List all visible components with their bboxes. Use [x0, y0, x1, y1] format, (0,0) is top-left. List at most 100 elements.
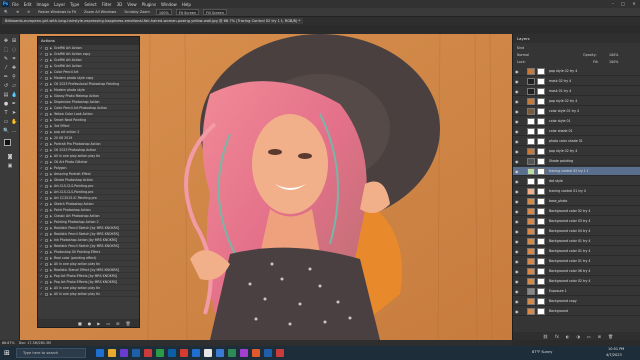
- new-layer-icon[interactable]: ⊞: [598, 334, 601, 339]
- expand-triangle-icon[interactable]: ▶: [50, 136, 52, 141]
- pen-tool-icon[interactable]: ✒: [11, 101, 17, 107]
- action-row[interactable]: ✓ ▶ Graffiti Art Action: [38, 46, 139, 51]
- action-enabled-check-icon[interactable]: ✓: [40, 88, 44, 93]
- quick-mask-icon[interactable]: ◙: [7, 154, 13, 160]
- action-dialog-toggle[interactable]: [45, 119, 48, 122]
- expand-triangle-icon[interactable]: ▶: [50, 100, 52, 105]
- layer-row[interactable]: ◉ pop style 02 try 4: [513, 147, 640, 156]
- action-dialog-toggle[interactable]: [45, 185, 48, 188]
- action-dialog-toggle[interactable]: [45, 221, 48, 224]
- action-enabled-check-icon[interactable]: ✓: [40, 160, 44, 165]
- action-dialog-toggle[interactable]: [45, 65, 48, 68]
- fill-field[interactable]: 100%: [609, 59, 618, 65]
- layer-row[interactable]: ◉ tracing control 01 try 4: [513, 187, 640, 196]
- action-enabled-check-icon[interactable]: ✓: [40, 268, 44, 273]
- action-dialog-toggle[interactable]: [45, 281, 48, 284]
- action-enabled-check-icon[interactable]: ✓: [40, 76, 44, 81]
- visibility-eye-icon[interactable]: ◉: [515, 179, 519, 184]
- new-action-icon[interactable]: ⊞: [116, 321, 119, 326]
- action-enabled-check-icon[interactable]: ✓: [40, 142, 44, 147]
- visibility-eye-icon[interactable]: ◉: [515, 129, 519, 134]
- action-row[interactable]: ✓ ▶ All in one play action play tin: [38, 292, 139, 297]
- action-enabled-check-icon[interactable]: ✓: [40, 262, 44, 267]
- layer-thumbnail[interactable]: [527, 298, 535, 305]
- expand-triangle-icon[interactable]: ▶: [50, 172, 52, 177]
- action-enabled-check-icon[interactable]: ✓: [40, 166, 44, 171]
- layer-thumbnail[interactable]: [527, 108, 535, 115]
- visibility-eye-icon[interactable]: ◉: [515, 229, 519, 234]
- kind-filter-dropdown[interactable]: Kind: [517, 45, 524, 51]
- action-enabled-check-icon[interactable]: ✓: [40, 82, 44, 87]
- expand-triangle-icon[interactable]: ▶: [50, 190, 52, 195]
- layer-row[interactable]: ◉ Background color 01 try 4: [513, 237, 640, 246]
- expand-triangle-icon[interactable]: ▶: [50, 280, 52, 285]
- expand-triangle-icon[interactable]: ▶: [50, 286, 52, 291]
- action-row[interactable]: ✓ ▶ Graffiti Art Action: [38, 58, 139, 63]
- layer-mask-thumbnail[interactable]: [537, 258, 545, 265]
- action-enabled-check-icon[interactable]: ✓: [40, 190, 44, 195]
- layer-row[interactable]: ◉ pop style 02 try 4: [513, 97, 640, 106]
- layer-thumbnail[interactable]: [527, 228, 535, 235]
- action-row[interactable]: ✓ ▶ Photoshop Oil Painting Effect: [38, 250, 139, 255]
- action-dialog-toggle[interactable]: [45, 59, 48, 62]
- expand-triangle-icon[interactable]: ▶: [50, 142, 52, 147]
- menu-3d[interactable]: 3D: [117, 2, 123, 7]
- taskbar-app-icon[interactable]: [228, 349, 236, 357]
- layer-mask-thumbnail[interactable]: [537, 148, 545, 155]
- layer-mask-thumbnail[interactable]: [537, 308, 545, 315]
- action-row[interactable]: ✓ ▶ All in one play action play tin: [38, 262, 139, 267]
- action-dialog-toggle[interactable]: [45, 293, 48, 296]
- layer-mask-thumbnail[interactable]: [537, 68, 545, 75]
- action-row[interactable]: ✓ ▶ 3rd Effect: [38, 124, 139, 129]
- action-enabled-check-icon[interactable]: ✓: [40, 208, 44, 213]
- layer-row[interactable]: ◉ Background color 03 try 4: [513, 217, 640, 226]
- action-dialog-toggle[interactable]: [45, 113, 48, 116]
- action-row[interactable]: ✓ ▶ Pop Art Photo Effects [by MRS KNOKRS]: [38, 280, 139, 285]
- action-row[interactable]: ✓ ▶ Glossy Photo Makeup Action: [38, 94, 139, 99]
- visibility-eye-icon[interactable]: ◉: [515, 279, 519, 284]
- type-tool-icon[interactable]: T: [3, 110, 9, 116]
- action-row[interactable]: ✓ ▶ Paint Photoshop Action: [38, 208, 139, 213]
- action-enabled-check-icon[interactable]: ✓: [40, 172, 44, 177]
- action-enabled-check-icon[interactable]: ✓: [40, 64, 44, 69]
- action-row[interactable]: ✓ ▶ Oil 2023 Professional Photoshop Painti…: [38, 82, 139, 87]
- more-tools-icon[interactable]: …: [11, 128, 17, 134]
- layer-thumbnail[interactable]: [527, 88, 535, 95]
- action-row[interactable]: ✓ ▶ Dispersion Photoshop Action: [38, 100, 139, 105]
- action-enabled-check-icon[interactable]: ✓: [40, 94, 44, 99]
- action-row[interactable]: ✓ ▶ Amazing Portrait Effect: [38, 172, 139, 177]
- action-row[interactable]: ✓ ▶ Realistic Pencil Sketch [by MRS KNOKRS…: [38, 232, 139, 237]
- action-enabled-check-icon[interactable]: ✓: [40, 178, 44, 183]
- action-dialog-toggle[interactable]: [45, 251, 48, 254]
- actions-panel-title[interactable]: Actions: [38, 37, 139, 45]
- taskbar-app-icon[interactable]: [132, 349, 140, 357]
- close-icon[interactable]: ✕: [629, 0, 639, 8]
- action-enabled-check-icon[interactable]: ✓: [40, 292, 44, 297]
- visibility-eye-icon[interactable]: ◉: [515, 159, 519, 164]
- action-dialog-toggle[interactable]: [45, 53, 48, 56]
- visibility-eye-icon[interactable]: ◉: [515, 109, 519, 114]
- expand-triangle-icon[interactable]: ▶: [50, 82, 52, 87]
- layer-thumbnail[interactable]: [527, 138, 535, 145]
- taskbar-app-icon[interactable]: [180, 349, 188, 357]
- layer-thumbnail[interactable]: [527, 68, 535, 75]
- layer-mask-thumbnail[interactable]: [537, 188, 545, 195]
- expand-triangle-icon[interactable]: ▶: [50, 94, 52, 99]
- play-icon[interactable]: ▶: [97, 321, 100, 326]
- action-enabled-check-icon[interactable]: ✓: [40, 112, 44, 117]
- record-icon[interactable]: ●: [88, 321, 92, 326]
- action-enabled-check-icon[interactable]: ✓: [40, 154, 44, 159]
- visibility-eye-icon[interactable]: ◉: [515, 289, 519, 294]
- fill-screen-button[interactable]: Fill Screen: [203, 9, 227, 15]
- action-enabled-check-icon[interactable]: ✓: [40, 286, 44, 291]
- expand-triangle-icon[interactable]: ▶: [50, 112, 52, 117]
- action-row[interactable]: ✓ ▶ Graffiti Art Action copy: [38, 52, 139, 57]
- taskbar-search-input[interactable]: Type here to search: [16, 348, 86, 358]
- action-enabled-check-icon[interactable]: ✓: [40, 256, 44, 261]
- layer-row[interactable]: ◉ Shade painting: [513, 157, 640, 166]
- action-row[interactable]: ✓ ▶ Art-CLS-CLS-Painting.pro: [38, 190, 139, 195]
- layer-mask-thumbnail[interactable]: [537, 88, 545, 95]
- action-dialog-toggle[interactable]: [45, 83, 48, 86]
- taskbar-app-icon[interactable]: [108, 349, 116, 357]
- gradient-tool-icon[interactable]: ▤: [3, 92, 9, 98]
